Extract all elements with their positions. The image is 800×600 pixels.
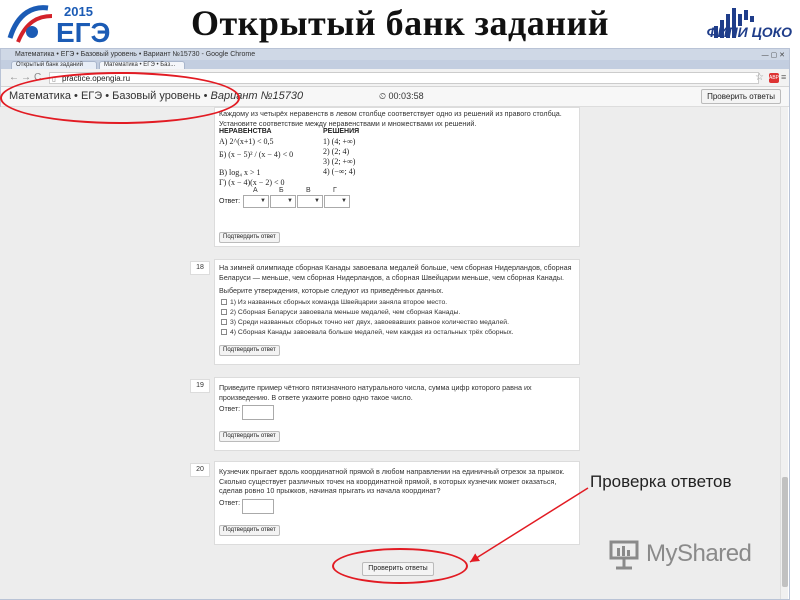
- checkbox-icon[interactable]: [221, 308, 227, 315]
- slide-title: Открытый банк заданий: [191, 3, 609, 43]
- inequality-a: А) 2^(x+1) < 0,5: [219, 137, 274, 146]
- task-17-text: Каждому из четырёх неравенств в левом ст…: [219, 109, 562, 128]
- solutions-heading: РЕШЕНИЯ: [323, 128, 360, 135]
- checkbox-icon[interactable]: [221, 318, 227, 325]
- task-18-options: 1) Из названных сборных команда Швейцари…: [215, 296, 579, 338]
- myshared-logo-icon: [609, 540, 639, 570]
- tab-math-ege[interactable]: Математика • ЕГЭ • Баз...: [99, 61, 185, 69]
- ege-logo-icon: 2015 ЕГЭ: [7, 4, 110, 46]
- chevron-down-icon: ▼: [287, 198, 293, 204]
- scroll-thumb[interactable]: [782, 477, 788, 587]
- task-19-card: Приведите пример чётного пятизначного на…: [214, 377, 580, 451]
- option-4[interactable]: 4) Сборная Канады завоевала больше медал…: [221, 328, 575, 338]
- solution-2: 2) (2; 4): [323, 147, 350, 156]
- annotation-ellipse-header: [0, 72, 240, 124]
- annotation-ellipse-check-button: [332, 548, 468, 584]
- ege-text: ЕГЭ: [56, 17, 110, 46]
- tab-strip: Открытый банк заданий Математика • ЕГЭ •…: [1, 60, 789, 69]
- task-20-answer-row: Ответ:: [215, 496, 579, 518]
- task-20-answer-input[interactable]: [242, 498, 274, 514]
- task-19-answer-label: Ответ:: [219, 406, 241, 413]
- letter-b: Б: [279, 187, 284, 194]
- task-20-confirm-button[interactable]: Подтвердить ответ: [219, 524, 280, 536]
- inequality-v: В) log₄ x > 1: [219, 168, 261, 177]
- scrollbar[interactable]: [780, 107, 788, 599]
- task-17-confirm-button[interactable]: Подтвердить ответ: [219, 232, 280, 243]
- clock-icon: ⏲: [379, 91, 387, 101]
- letter-v: В: [306, 187, 311, 194]
- task-18-confirm-button[interactable]: Подтвердить ответ: [219, 344, 280, 356]
- task-18-number: 18: [190, 261, 210, 275]
- chevron-down-icon: ▼: [314, 198, 320, 204]
- fipi-logo-text: ФИПИ ЦОКО: [706, 24, 792, 40]
- task-19-number: 19: [190, 379, 210, 393]
- task-17-answer-label: Ответ:: [219, 198, 241, 205]
- myshared-watermark: MyShared: [606, 536, 766, 572]
- solution-4: 4) (−∞; 4): [323, 167, 356, 176]
- annotation-callout: Проверка ответов: [590, 472, 732, 491]
- watermark-text: MyShared: [646, 540, 752, 567]
- window-title: Математика • ЕГЭ • Базовый уровень • Вар…: [15, 51, 256, 58]
- window-title-bar: Математика • ЕГЭ • Базовый уровень • Вар…: [1, 49, 789, 60]
- letter-a: А: [253, 187, 258, 194]
- select-v[interactable]: ▼: [297, 195, 323, 208]
- timer: ⏲ 00:03:58: [379, 91, 424, 102]
- select-b[interactable]: ▼: [270, 195, 296, 208]
- task-20-card: Кузнечик прыгает вдоль координатной прям…: [214, 461, 580, 545]
- task-18-text: На зимней олимпиаде сборная Канады завое…: [219, 263, 572, 282]
- task-19-text: Приведите пример чётного пятизначного на…: [219, 383, 532, 402]
- inequality-b: Б) (x − 5)² / (x − 4) < 0: [219, 150, 294, 159]
- task-19-answer-input[interactable]: [242, 405, 274, 420]
- solution-3: 3) (2; +∞): [323, 157, 356, 166]
- tab-open-bank[interactable]: Открытый банк заданий: [11, 61, 97, 69]
- inequalities-heading: НЕРАВЕНСТВА: [219, 128, 272, 135]
- inequality-g: Г) (x − 4)(x − 2) < 0: [219, 178, 285, 187]
- task-18-prompt: Выберите утверждения, которые следуют из…: [219, 286, 444, 295]
- check-answers-top-button[interactable]: Проверить ответы: [701, 89, 781, 104]
- menu-icon[interactable]: ≡: [781, 72, 786, 82]
- select-a[interactable]: ▼: [243, 195, 269, 208]
- task-19-answer-row: Ответ:: [215, 402, 579, 424]
- option-3[interactable]: 3) Среди названных сборных точно нет дву…: [221, 318, 575, 328]
- back-icon[interactable]: ←: [9, 72, 19, 83]
- task-20-answer-label: Ответ:: [219, 499, 241, 507]
- task-20-text: Кузнечик прыгает вдоль координатной прям…: [219, 467, 565, 495]
- letter-g: Г: [333, 187, 337, 194]
- task-20-number: 20: [190, 463, 210, 477]
- slide-header: 2015 ЕГЭ Открытый банк заданий ФИПИ ЦОКО: [0, 0, 800, 48]
- adblock-extension-icon[interactable]: ABP: [769, 73, 779, 83]
- solution-1: 1) (4; +∞): [323, 137, 356, 146]
- option-1[interactable]: 1) Из названных сборных команда Швейцари…: [221, 298, 575, 308]
- checkbox-icon[interactable]: [221, 328, 227, 335]
- checkbox-icon[interactable]: [221, 298, 227, 305]
- task-17-card: Каждому из четырёх неравенств в левом ст…: [214, 107, 580, 247]
- option-2[interactable]: 2) Сборная Беларуси завоевала меньше мед…: [221, 308, 575, 318]
- timer-value: 00:03:58: [388, 91, 424, 101]
- chevron-down-icon: ▼: [341, 198, 347, 204]
- select-g[interactable]: ▼: [324, 195, 350, 208]
- bookmark-star-icon[interactable]: ☆: [755, 72, 764, 83]
- task-18-card: На зимней олимпиаде сборная Канады завое…: [214, 259, 580, 365]
- task-19-confirm-button[interactable]: Подтвердить ответ: [219, 431, 280, 442]
- page-content: Каждому из четырёх неравенств в левом ст…: [0, 107, 788, 599]
- chevron-down-icon: ▼: [260, 198, 266, 204]
